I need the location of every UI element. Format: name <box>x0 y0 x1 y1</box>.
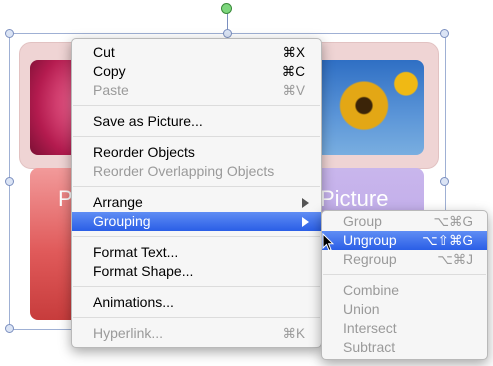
context-menu: Cut ⌘X Copy ⌘C Paste ⌘V Save as Picture.… <box>71 38 322 348</box>
menu-item-shortcut: ⌘C <box>281 64 305 79</box>
resize-handle-top-left[interactable] <box>5 29 14 38</box>
triangle-right-icon <box>302 198 309 208</box>
arrow-pointer-icon <box>322 233 334 252</box>
submenu-item-group[interactable]: Group ⌥⌘G <box>322 212 487 231</box>
menu-item-label: Arrange <box>93 194 143 210</box>
submenu-item-label: Regroup <box>343 251 397 267</box>
rotation-handle[interactable] <box>221 3 232 14</box>
menu-item-cut[interactable]: Cut ⌘X <box>72 43 321 62</box>
menu-item-label: Reorder Objects <box>93 144 195 160</box>
menu-separator <box>73 317 320 318</box>
submenu-item-label: Intersect <box>343 320 397 336</box>
menu-item-label: Grouping <box>93 213 151 229</box>
menu-item-animations[interactable]: Animations... <box>72 293 321 312</box>
menu-item-label: Copy <box>93 63 126 79</box>
menu-item-shortcut: ⌘V <box>282 83 305 98</box>
submenu-item-shortcut: ⌥⌘G <box>433 214 473 229</box>
resize-handle-bottom-left[interactable] <box>5 324 14 333</box>
menu-item-reorder-overlapping[interactable]: Reorder Overlapping Objects <box>72 162 321 181</box>
menu-item-label: Paste <box>93 82 129 98</box>
menu-separator <box>73 186 320 187</box>
resize-handle-middle-left[interactable] <box>5 177 14 186</box>
triangle-right-icon <box>302 217 309 227</box>
menu-item-label: Cut <box>93 44 115 60</box>
submenu-item-shortcut: ⌥⌘J <box>437 252 473 267</box>
submenu-item-label: Combine <box>343 282 400 298</box>
menu-separator <box>73 105 320 106</box>
submenu-item-union[interactable]: Union <box>322 300 487 319</box>
submenu-item-label: Union <box>343 301 380 317</box>
menu-item-paste[interactable]: Paste ⌘V <box>72 81 321 100</box>
menu-separator <box>73 286 320 287</box>
submenu-item-shortcut: ⌥⇧⌘G <box>422 233 473 248</box>
menu-item-reorder-objects[interactable]: Reorder Objects <box>72 143 321 162</box>
menu-item-label: Animations... <box>93 294 174 310</box>
menu-item-label: Format Shape... <box>93 263 194 279</box>
submenu-item-combine[interactable]: Combine <box>322 281 487 300</box>
menu-item-hyperlink[interactable]: Hyperlink... ⌘K <box>72 324 321 343</box>
menu-separator <box>73 236 320 237</box>
menu-item-copy[interactable]: Copy ⌘C <box>72 62 321 81</box>
menu-item-label: Save as Picture... <box>93 113 203 129</box>
menu-item-shortcut: ⌘X <box>282 45 305 60</box>
submenu-item-label: Group <box>343 213 382 229</box>
menu-item-label: Reorder Overlapping Objects <box>93 163 275 179</box>
menu-item-label: Format Text... <box>93 244 179 260</box>
menu-separator <box>73 136 320 137</box>
menu-item-shortcut: ⌘K <box>282 326 305 341</box>
submenu-item-label: Subtract <box>343 339 396 355</box>
menu-separator <box>323 274 486 275</box>
submenu-item-regroup[interactable]: Regroup ⌥⌘J <box>322 250 487 269</box>
resize-handle-middle-right[interactable] <box>440 177 449 186</box>
menu-item-grouping[interactable]: Grouping <box>72 212 321 231</box>
submenu-item-intersect[interactable]: Intersect <box>322 319 487 338</box>
menu-item-format-text[interactable]: Format Text... <box>72 243 321 262</box>
resize-handle-top-right[interactable] <box>440 29 449 38</box>
resize-handle-top-center[interactable] <box>223 29 232 38</box>
menu-item-arrange[interactable]: Arrange <box>72 193 321 212</box>
submenu-item-ungroup[interactable]: Ungroup ⌥⇧⌘G <box>322 231 487 250</box>
menu-item-format-shape[interactable]: Format Shape... <box>72 262 321 281</box>
menu-item-label: Hyperlink... <box>93 325 164 341</box>
menu-item-save-as-picture[interactable]: Save as Picture... <box>72 112 321 131</box>
submenu-item-label: Ungroup <box>343 232 397 248</box>
submenu-item-subtract[interactable]: Subtract <box>322 338 487 357</box>
grouping-submenu: Group ⌥⌘G Ungroup ⌥⇧⌘G Regroup ⌥⌘J Combi… <box>321 210 488 360</box>
